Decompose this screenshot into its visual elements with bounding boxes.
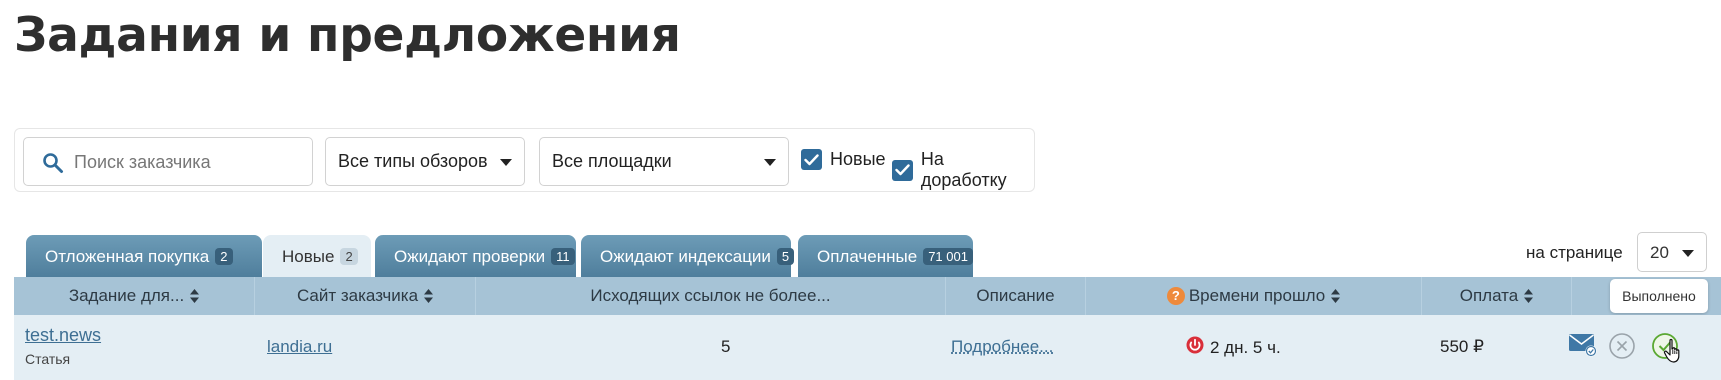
tab-label: Новые <box>282 247 335 266</box>
review-type-value: Все типы обзоров <box>338 151 488 171</box>
checkbox-checked-icon[interactable] <box>801 149 822 170</box>
per-page-select[interactable]: 20 <box>1637 232 1707 272</box>
tab-count-badge: 2 <box>215 248 233 265</box>
filter-new-label: Новые <box>830 149 886 169</box>
tab-new[interactable]: Новые 2 <box>263 235 371 277</box>
sort-icon[interactable] <box>1524 288 1534 308</box>
filter-rework-checkbox[interactable]: На доработку <box>892 149 1034 191</box>
filter-rework-label: На доработку <box>920 149 1007 190</box>
header-payment[interactable]: Оплата <box>1422 277 1572 315</box>
tab-paid[interactable]: Оплаченные 71 001 <box>798 235 973 277</box>
sort-icon[interactable] <box>1331 288 1341 308</box>
header-task[interactable]: Задание для... <box>14 277 255 315</box>
elapsed-time: 2 дн. 5 ч. <box>1186 336 1281 359</box>
tab-label: Ожидают индексации <box>600 247 771 266</box>
description-link[interactable]: Подробнее... <box>951 337 1053 357</box>
tab-awaiting-indexing[interactable]: Ожидают индексации 5 <box>581 235 795 277</box>
platform-select[interactable]: Все площадки <box>539 137 789 186</box>
per-page-value: 20 <box>1650 243 1669 262</box>
tab-deferred[interactable]: Отложенная покупка 2 <box>26 235 262 277</box>
review-type-select[interactable]: Все типы обзоров <box>325 137 525 186</box>
header-links: Исходящих ссылок не более... <box>476 277 946 315</box>
tab-awaiting-review[interactable]: Ожидают проверки 11 <box>375 235 576 277</box>
header-description-label: Описание <box>976 286 1055 305</box>
tab-count-badge: 11 <box>551 248 575 265</box>
chevron-down-icon <box>1682 250 1694 257</box>
elapsed-value: 2 дн. 5 ч. <box>1210 337 1281 357</box>
search-icon <box>42 152 64 179</box>
search-input[interactable] <box>74 148 304 176</box>
per-page-label: на странице <box>1526 243 1623 262</box>
header-payment-label: Оплата <box>1459 286 1519 305</box>
platform-value: Все площадки <box>552 151 672 171</box>
timer-icon <box>1186 336 1204 359</box>
table-row: test.news Статья landia.ru 5 Подробнее..… <box>14 315 1721 380</box>
page-title: Задания и предложения <box>14 8 681 63</box>
tab-label: Отложенная покупка <box>45 247 210 266</box>
tab-label: Оплаченные <box>817 247 918 266</box>
header-site-label: Сайт заказчика <box>296 286 419 305</box>
header-site[interactable]: Сайт заказчика <box>255 277 476 315</box>
header-description: Описание <box>946 277 1086 315</box>
chevron-down-icon <box>764 159 776 166</box>
mail-check-icon[interactable] <box>1568 332 1598 363</box>
question-icon[interactable]: ? <box>1166 287 1185 305</box>
header-elapsed[interactable]: ? Времени прошло <box>1086 277 1422 315</box>
links-count: 5 <box>721 337 731 356</box>
header-elapsed-label: Времени прошло <box>1188 286 1326 305</box>
table-header: Задание для... Сайт заказчика Исходящих … <box>14 277 1721 315</box>
search-box[interactable] <box>23 137 313 186</box>
header-task-label: Задание для... <box>68 286 185 305</box>
tooltip-done: Выполнено <box>1610 279 1708 313</box>
payment-value: 550 ₽ <box>1440 337 1484 356</box>
tab-label: Ожидают проверки <box>394 247 546 266</box>
tab-count-badge: 71 001 <box>923 248 973 265</box>
checkbox-checked-icon[interactable] <box>892 159 913 181</box>
task-type: Статья <box>25 351 71 367</box>
tab-count-badge: 5 <box>776 248 795 265</box>
hand-cursor-icon <box>1663 338 1685 369</box>
header-links-label: Исходящих ссылок не более... <box>590 286 831 305</box>
task-link[interactable]: test.news <box>25 325 101 346</box>
sort-icon[interactable] <box>424 288 434 308</box>
sort-icon[interactable] <box>190 288 200 308</box>
filter-new-checkbox[interactable]: Новые <box>801 149 886 170</box>
filter-panel: Все типы обзоров Все площадки Новые На д… <box>14 128 1035 192</box>
chevron-down-icon <box>500 159 512 166</box>
tab-count-badge: 2 <box>340 248 358 265</box>
cancel-icon[interactable] <box>1608 332 1636 365</box>
site-link[interactable]: landia.ru <box>267 337 332 357</box>
